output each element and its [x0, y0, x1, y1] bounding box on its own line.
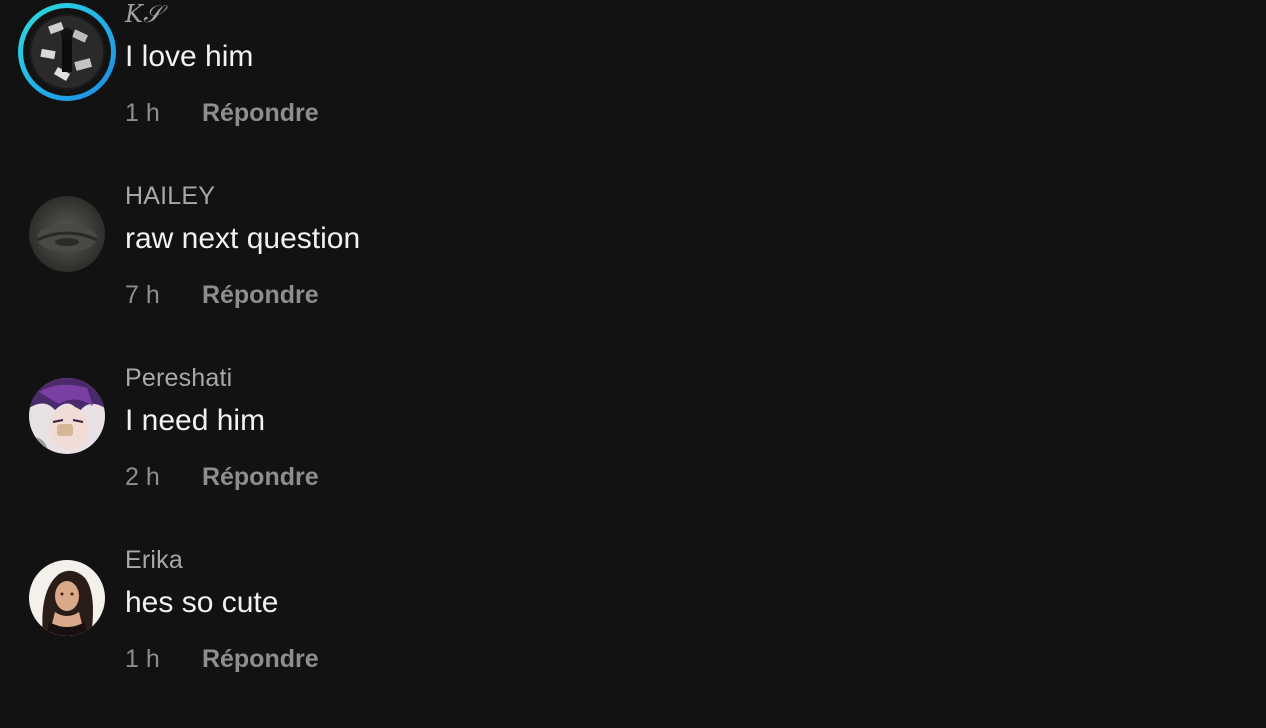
reply-button[interactable]: Répondre	[202, 281, 319, 309]
comment-meta: 2 h Répondre	[125, 463, 319, 492]
comment-item: Erika hes so cute 1 h Répondre	[0, 546, 1266, 728]
comment-time: 7 h	[125, 281, 160, 309]
reply-button[interactable]: Répondre	[202, 99, 319, 127]
comment-item: HAILEY raw next question 7 h Répondre	[0, 182, 1266, 364]
avatar[interactable]	[29, 196, 105, 272]
comment-meta: 1 h Répondre	[125, 99, 319, 128]
comment-username[interactable]: K𝒮	[125, 0, 162, 28]
comment-meta: 1 h Répondre	[125, 645, 319, 674]
comment-item: Pereshati I need him 2 h Répondre	[0, 364, 1266, 546]
comment-time: 1 h	[125, 645, 160, 673]
comment-text: I need him	[125, 404, 266, 437]
comment-username[interactable]: Erika	[125, 546, 183, 575]
reply-button[interactable]: Répondre	[202, 645, 319, 673]
story-ring[interactable]	[18, 3, 116, 101]
comment-text: I love him	[125, 40, 254, 73]
comment-text: raw next question	[125, 222, 361, 255]
comment-username[interactable]: Pereshati	[125, 364, 232, 393]
comment-time: 1 h	[125, 99, 160, 127]
comment-text: hes so cute	[125, 586, 279, 619]
avatar[interactable]	[29, 378, 105, 454]
avatar[interactable]	[29, 14, 105, 90]
comment-meta: 7 h Répondre	[125, 281, 319, 310]
comment-item: K𝒮 I love him 1 h Répondre	[0, 0, 1266, 182]
avatar[interactable]	[29, 560, 105, 636]
comment-username[interactable]: HAILEY	[125, 182, 215, 211]
comment-time: 2 h	[125, 463, 160, 491]
reply-button[interactable]: Répondre	[202, 463, 319, 491]
